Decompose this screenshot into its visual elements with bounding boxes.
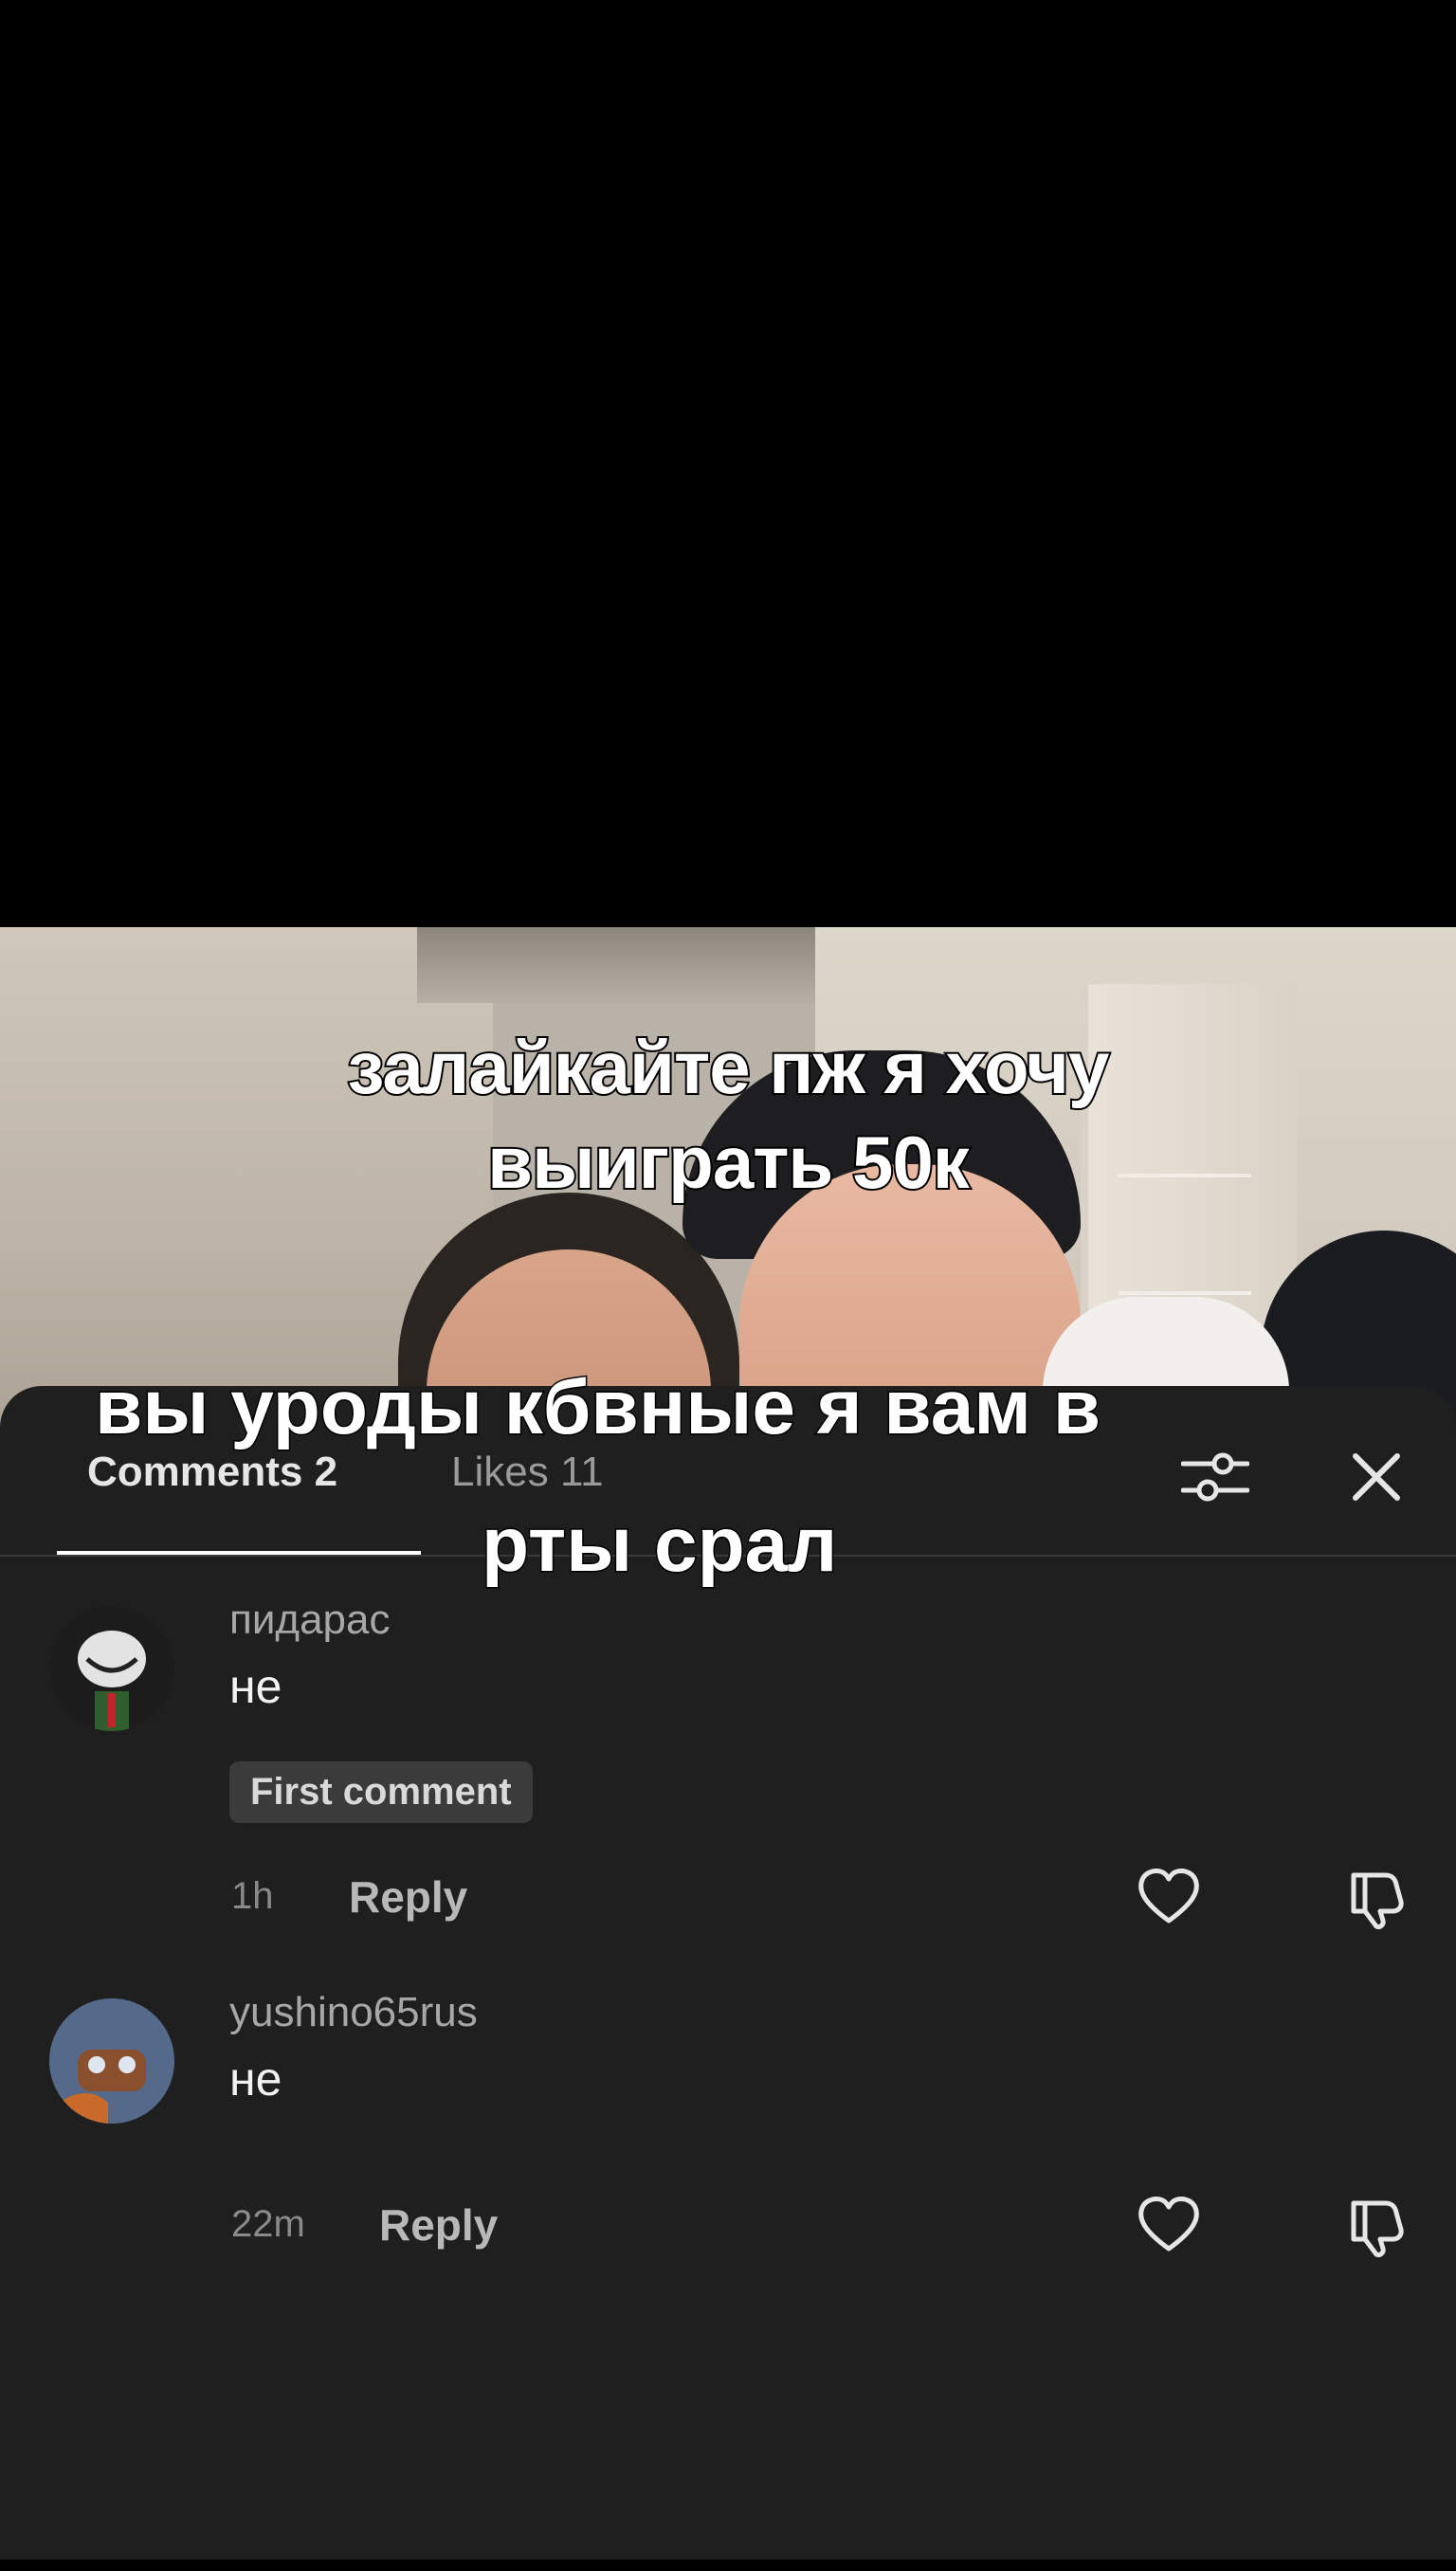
video-caption-line-2: выиграть 50к bbox=[485, 1119, 972, 1206]
heart-icon[interactable] bbox=[1136, 2192, 1202, 2258]
comment-text: не bbox=[229, 1660, 282, 1713]
comment-username[interactable]: пидарас bbox=[229, 1596, 391, 1644]
heart-icon[interactable] bbox=[1136, 1864, 1202, 1930]
avatar[interactable] bbox=[49, 1606, 174, 1731]
thumbs-down-icon[interactable] bbox=[1344, 2192, 1410, 2258]
reply-button[interactable]: Reply bbox=[349, 1871, 467, 1923]
video-background bbox=[417, 927, 815, 1003]
screen: залайкайте пж я хочу выиграть 50к Commen… bbox=[0, 0, 1456, 2571]
bottom-edge bbox=[0, 2560, 1456, 2571]
video-caption-line-1: залайкайте пж я хочу bbox=[346, 1024, 1112, 1111]
first-comment-badge: First comment bbox=[229, 1761, 533, 1823]
avatar-image-icon bbox=[49, 1606, 174, 1731]
tab-comments[interactable]: Comments 2 bbox=[87, 1449, 337, 1496]
sticker-caption-line-1: вы уроды кбвные я вам в bbox=[93, 1363, 1101, 1451]
reply-button[interactable]: Reply bbox=[379, 2199, 498, 2251]
comment-text: не bbox=[229, 2052, 282, 2106]
tab-likes[interactable]: Likes 11 bbox=[451, 1449, 604, 1496]
avatar[interactable] bbox=[49, 1998, 174, 2124]
comment-timestamp: 1h bbox=[231, 1875, 274, 1917]
comment-username[interactable]: yushino65rus bbox=[229, 1989, 478, 2036]
avatar-image-icon bbox=[49, 1998, 174, 2124]
sticker-caption-line-2: рты срал bbox=[480, 1501, 838, 1589]
thumbs-down-icon[interactable] bbox=[1344, 1864, 1410, 1930]
comment-timestamp: 22m bbox=[231, 2203, 305, 2245]
filter-sliders-icon[interactable] bbox=[1181, 1447, 1249, 1505]
close-icon[interactable] bbox=[1346, 1447, 1407, 1507]
